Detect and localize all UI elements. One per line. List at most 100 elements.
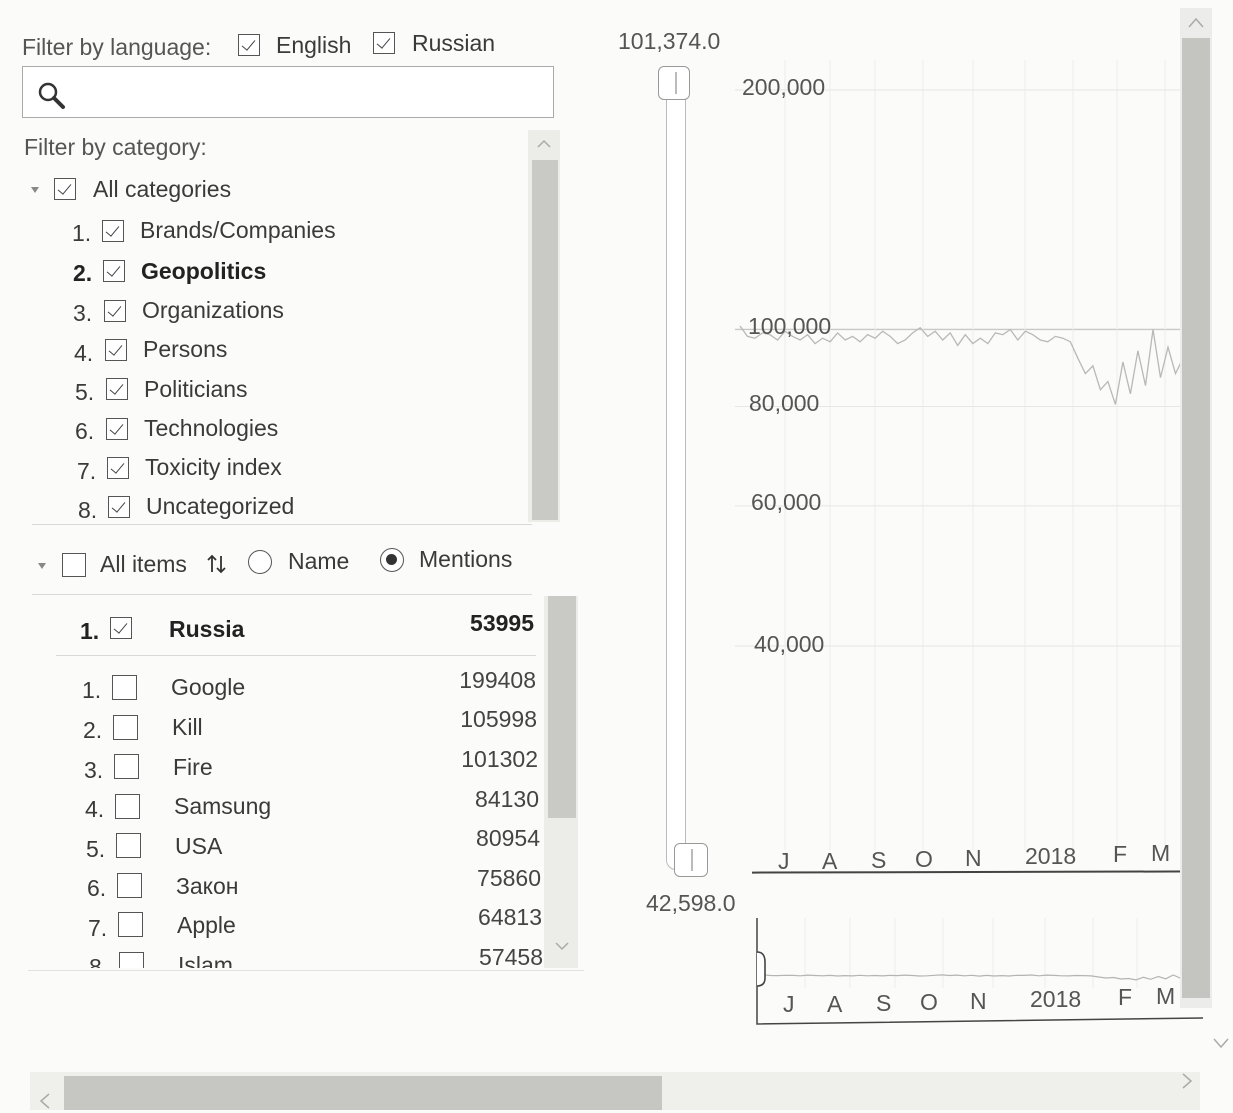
category-num: 6.	[75, 418, 95, 444]
page-horizontal-scrollbar-thumb[interactable]	[64, 1076, 662, 1110]
search-icon	[38, 82, 65, 109]
x-tick-label: N	[965, 845, 982, 871]
divider	[32, 524, 532, 525]
x-tick-label: M	[1151, 840, 1171, 866]
page-horizontal-scrollbar[interactable]	[30, 1072, 1200, 1110]
language-english-label: English	[276, 32, 352, 58]
item-label: Fire	[173, 754, 213, 780]
item-label: Google	[171, 674, 246, 700]
chevron-up-icon[interactable]	[536, 138, 552, 150]
category-label-uncategorized: Uncategorized	[146, 493, 295, 519]
chevron-down-icon[interactable]	[1212, 1036, 1230, 1050]
item-checkbox[interactable]	[118, 912, 143, 937]
item-checkbox[interactable]	[116, 833, 141, 858]
y-tick-label: 80,000	[749, 390, 820, 416]
navigator-tick-label: A	[827, 991, 843, 1017]
category-label-toxicity: Toxicity index	[145, 454, 282, 480]
item-checkbox[interactable]	[114, 754, 139, 779]
range-min-label: 42,598.0	[646, 890, 736, 916]
category-checkbox-persons[interactable]	[105, 339, 127, 361]
x-tick-label: S	[871, 847, 887, 873]
chevron-right-icon[interactable]	[1180, 1072, 1194, 1090]
language-russian-label: Russian	[412, 30, 496, 56]
sort-name-radio[interactable]	[248, 550, 272, 574]
navigator-tick-label: F	[1118, 984, 1133, 1010]
item-checkbox[interactable]	[112, 675, 137, 700]
category-label-persons: Persons	[143, 336, 228, 362]
chevron-left-icon[interactable]	[38, 1092, 52, 1110]
category-checkbox-technologies[interactable]	[106, 418, 128, 440]
item-label: Islam	[178, 952, 233, 968]
category-checkbox-geopolitics[interactable]	[103, 260, 125, 282]
navigator-tick-label: S	[876, 990, 892, 1016]
all-items-label: All items	[100, 551, 187, 577]
item-num: 4.	[85, 796, 105, 822]
item-label: Kill	[172, 714, 203, 740]
category-label-organizations: Organizations	[142, 297, 284, 323]
item-value: 199408	[459, 667, 536, 693]
item-value-russia: 53995	[470, 610, 534, 636]
divider	[28, 970, 584, 971]
item-checkbox[interactable]	[117, 873, 142, 898]
range-slider-track[interactable]	[666, 80, 686, 870]
item-value: 57458	[479, 944, 543, 968]
y-tick-label: 200,000	[742, 74, 826, 100]
all-items-checkbox[interactable]	[62, 553, 86, 577]
navigator-tick-label: M	[1156, 983, 1176, 1009]
navigator-tick-label: O	[920, 989, 938, 1015]
range-max-handle[interactable]	[658, 66, 690, 100]
category-label-politicians: Politicians	[144, 376, 248, 402]
category-num: 3.	[73, 300, 93, 326]
items-scrollbar-thumb[interactable]	[548, 596, 576, 818]
chevron-down-icon[interactable]	[554, 940, 570, 952]
all-categories-checkbox[interactable]	[54, 178, 76, 200]
expand-categories-icon[interactable]	[31, 187, 39, 193]
navigator-left-handle[interactable]	[756, 951, 766, 987]
sort-mentions-radio[interactable]	[380, 548, 404, 572]
category-checkbox-toxicity[interactable]	[107, 457, 129, 479]
category-checkbox-politicians[interactable]	[106, 378, 128, 400]
chart-plot-area	[735, 60, 1185, 850]
item-checkbox-russia[interactable]	[110, 617, 132, 639]
y-tick-label: 40,000	[754, 631, 825, 657]
x-tick-label: 2018	[1025, 843, 1077, 869]
category-num: 2.	[73, 260, 93, 286]
item-value: 84130	[475, 786, 539, 812]
expand-items-icon[interactable]	[38, 563, 46, 569]
item-checkbox[interactable]	[113, 715, 138, 740]
item-num: 7.	[88, 915, 108, 941]
item-label-russia: Russia	[169, 616, 245, 642]
language-english-checkbox[interactable]	[238, 34, 260, 56]
category-checkbox-uncategorized[interactable]	[108, 496, 130, 518]
category-label-geopolitics: Geopolitics	[141, 258, 267, 284]
handle-grip	[675, 72, 677, 94]
item-num: 8.	[89, 954, 109, 968]
sort-name-label: Name	[288, 548, 350, 574]
item-num: 5.	[86, 836, 106, 862]
y-tick-label: 100,000	[748, 313, 832, 339]
page-vertical-scrollbar-thumb[interactable]	[1182, 38, 1210, 998]
category-checkbox-brands[interactable]	[102, 220, 124, 242]
sort-arrows-icon[interactable]	[206, 553, 228, 575]
divider	[32, 594, 532, 595]
chevron-up-icon[interactable]	[1187, 16, 1205, 30]
item-label: Apple	[177, 912, 236, 938]
items-scrollbar[interactable]	[544, 596, 578, 968]
item-checkbox[interactable]	[119, 952, 144, 968]
language-russian-checkbox[interactable]	[373, 32, 395, 54]
item-value: 75860	[477, 865, 541, 891]
category-checkbox-organizations[interactable]	[104, 300, 126, 322]
categories-scrollbar[interactable]	[528, 130, 560, 522]
search-input[interactable]	[22, 66, 554, 118]
table-row[interactable]: 8. Islam 57458	[30, 940, 550, 968]
navigator-tick-label: N	[970, 988, 987, 1014]
handle-grip	[691, 849, 693, 871]
categories-scrollbar-thumb[interactable]	[532, 160, 558, 520]
navigator-tick-label: J	[783, 991, 795, 1017]
page-vertical-scrollbar[interactable]	[1180, 8, 1212, 1008]
range-max-label: 101,374.0	[618, 28, 721, 54]
navigator-tick-label: 2018	[1030, 986, 1082, 1012]
category-num: 1.	[72, 220, 92, 246]
item-checkbox[interactable]	[115, 794, 140, 819]
sort-mentions-label: Mentions	[419, 546, 513, 572]
